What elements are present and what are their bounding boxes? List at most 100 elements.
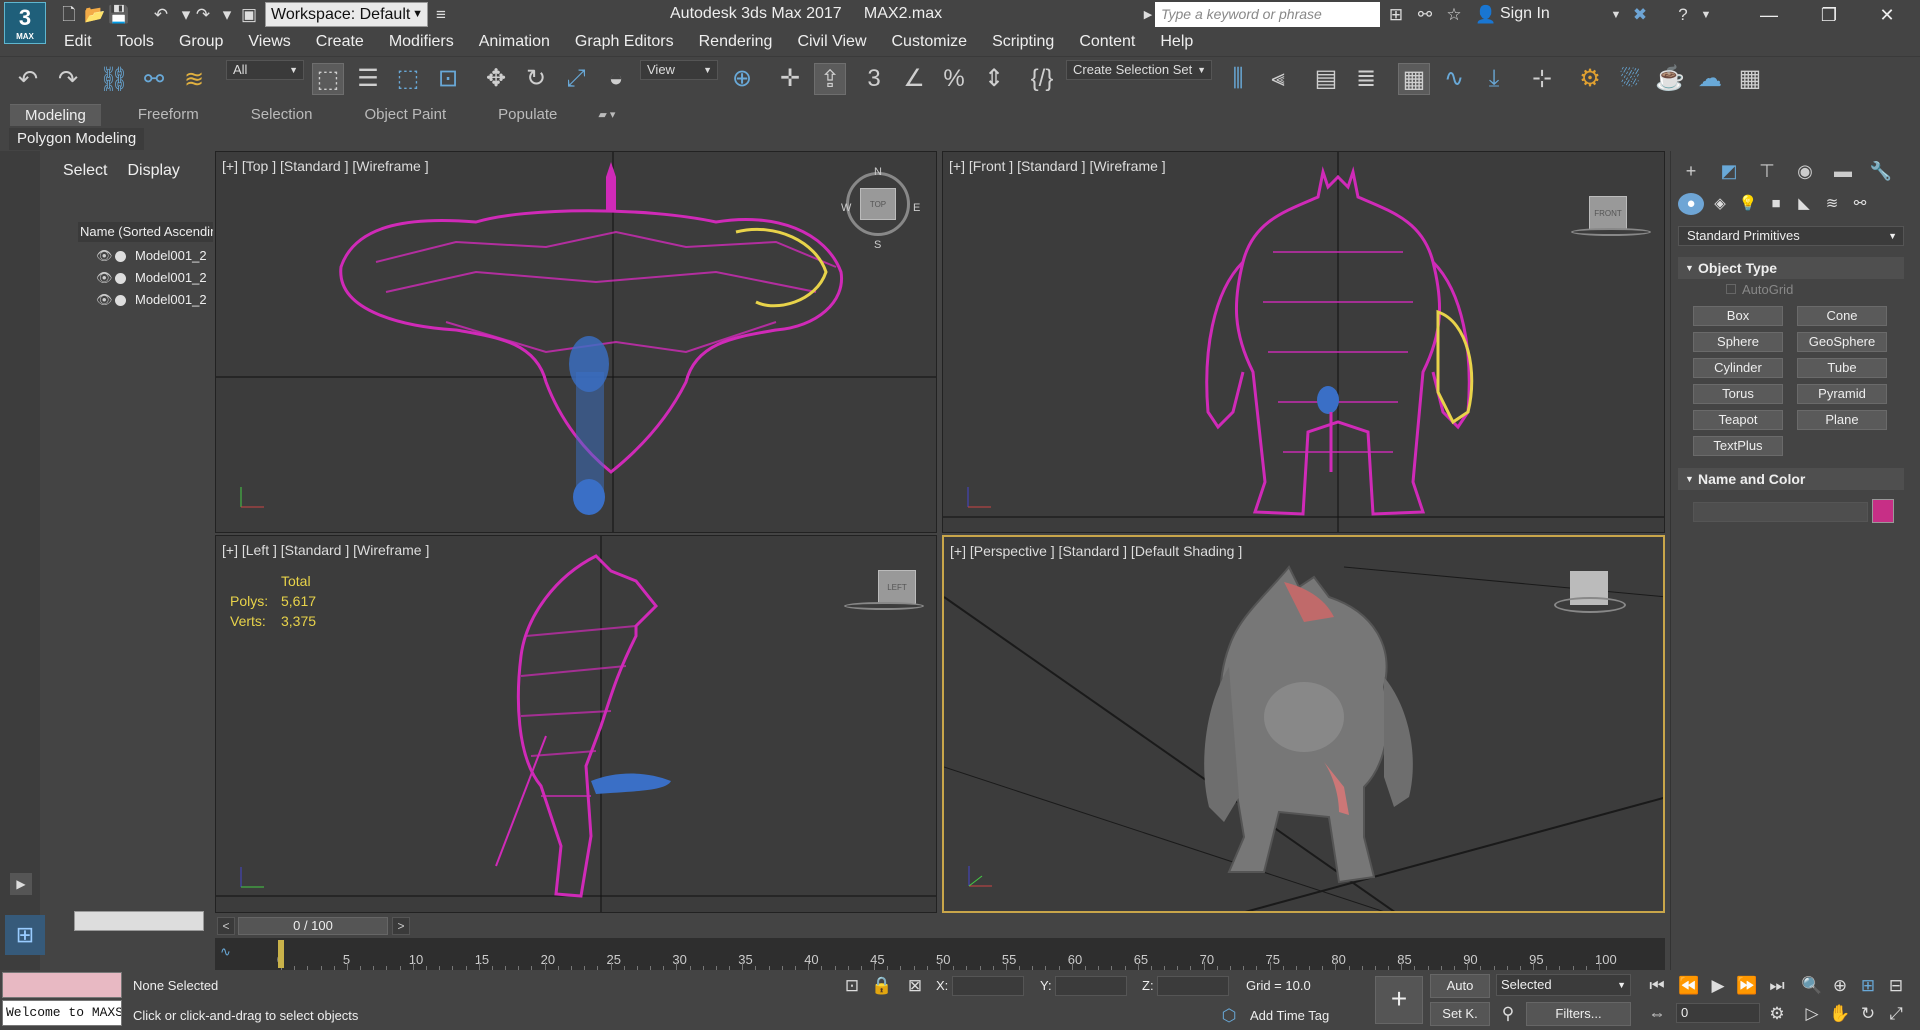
rotate-icon[interactable]: ↻ — [520, 63, 552, 95]
select-manipulate-icon[interactable]: ✛ — [774, 63, 806, 95]
material-editor-icon[interactable]: ⚙ — [1574, 63, 1606, 95]
eye-icon[interactable]: 👁 — [96, 290, 113, 310]
menu-content[interactable]: Content — [1071, 30, 1144, 54]
name-column-header[interactable]: Name (Sorted Ascending) — [78, 222, 213, 242]
redo-icon[interactable]: ↷ — [192, 4, 214, 26]
auto-key-button[interactable]: Auto — [1430, 974, 1490, 998]
teapot-button[interactable]: Teapot — [1693, 410, 1783, 430]
pivot-center-icon[interactable]: ⊕ — [726, 63, 758, 95]
viewcube-ring[interactable] — [1554, 597, 1626, 613]
spacewarps-category-icon[interactable]: ≋ — [1819, 193, 1845, 215]
ribbon-panel-title[interactable]: Polygon Modeling — [9, 128, 145, 150]
help-dropdown-icon[interactable]: ▼ — [1695, 4, 1717, 26]
subscription-icon[interactable]: ⚯ — [1414, 4, 1436, 26]
unlink-icon[interactable]: ⚯ — [138, 64, 170, 96]
list-item[interactable]: 👁 Model001_2 — [96, 290, 213, 310]
object-name-field[interactable] — [1693, 502, 1868, 522]
helpers-category-icon[interactable]: ◣ — [1791, 193, 1817, 215]
schematic-view-icon[interactable]: ⊹ — [1526, 63, 1558, 95]
key-mode-dropdown[interactable]: Selected ▼ — [1496, 974, 1631, 996]
viewcube-face[interactable]: FRONT — [1589, 196, 1627, 230]
open-file-icon[interactable]: 📂 — [84, 4, 106, 26]
tab-modeling[interactable]: Modeling — [10, 104, 101, 126]
viewport-top[interactable]: [+] [Top ] [Standard ] [Wireframe ] TOP … — [215, 151, 937, 533]
add-time-tag[interactable]: Add Time Tag — [1250, 1008, 1329, 1023]
field-of-view-icon[interactable]: ▷ — [1800, 1002, 1824, 1026]
selection-filter-dropdown[interactable]: All ▼ — [226, 60, 304, 80]
keyboard-shortcut-override-icon[interactable]: ⇪ — [814, 63, 846, 95]
torus-button[interactable]: Torus — [1693, 384, 1783, 404]
sign-in-link[interactable]: Sign In — [1500, 5, 1550, 23]
maximize-viewport-icon[interactable]: ⤢ — [1884, 1002, 1908, 1026]
percent-snap-icon[interactable]: % — [938, 63, 970, 95]
select-object-icon[interactable]: ⬚ — [312, 63, 344, 95]
list-item[interactable]: 👁 Model001_2 — [96, 246, 213, 266]
box-button[interactable]: Box — [1693, 306, 1783, 326]
plane-button[interactable]: Plane — [1797, 410, 1887, 430]
zoom-extents-icon[interactable]: ⊞ — [1856, 974, 1880, 998]
viewcube-ring[interactable] — [1571, 228, 1651, 236]
workspace-dropdown[interactable]: Workspace: Default ▼ — [265, 2, 428, 27]
help-icon[interactable]: ? — [1672, 4, 1694, 26]
previous-key-icon[interactable]: ⏪ — [1677, 974, 1701, 998]
zoom-all-icon[interactable]: ⊕ — [1828, 974, 1852, 998]
expand-panel-icon[interactable]: ▶ — [10, 873, 32, 895]
next-frame-arrow-icon[interactable]: > — [392, 917, 410, 935]
zoom-extents-all-icon[interactable]: ⊟ — [1884, 974, 1908, 998]
x-coordinate-field[interactable] — [952, 976, 1024, 996]
hierarchy-tab-icon[interactable]: ⊤ — [1752, 159, 1782, 183]
menu-group[interactable]: Group — [171, 30, 232, 54]
mirror-icon[interactable]: ⫼ — [1222, 63, 1254, 95]
orbit-icon[interactable]: ↻ — [1856, 1002, 1880, 1026]
ribbon-options-icon[interactable]: ▰ ▾ — [594, 104, 619, 126]
curve-editor-icon[interactable]: ∿ — [1438, 63, 1470, 95]
user-icon[interactable]: 👤 — [1475, 4, 1497, 26]
menu-tools[interactable]: Tools — [109, 30, 163, 54]
viewport-layout-icon[interactable]: ⊞ — [5, 915, 45, 955]
object-type-rollout[interactable]: ▼ Object Type — [1678, 257, 1904, 279]
redo-icon[interactable]: ↷ — [52, 64, 84, 96]
signin-dropdown-icon[interactable]: ▼ — [1605, 4, 1627, 26]
textplus-button[interactable]: TextPlus — [1693, 436, 1783, 456]
align-icon[interactable]: ⫷ — [1262, 63, 1294, 95]
minimize-button[interactable]: — — [1740, 0, 1798, 30]
exchange-apps-icon[interactable]: ✖ — [1629, 4, 1651, 26]
time-slider-thumb[interactable]: 0 / 100 — [238, 917, 388, 935]
bind-space-warp-icon[interactable]: ≋ — [178, 64, 210, 96]
place-icon[interactable]: ◒ — [600, 63, 632, 95]
eye-icon[interactable]: 👁 — [96, 268, 113, 288]
eye-icon[interactable]: 👁 — [96, 246, 113, 266]
track-bar[interactable]: ∿ 05101520253035404550556065707580859095… — [215, 938, 1665, 970]
geometry-category-icon[interactable]: ● — [1678, 193, 1704, 215]
key-filters-button[interactable]: Filters... — [1526, 1002, 1631, 1026]
undo-icon[interactable]: ↶ — [12, 64, 44, 96]
go-to-end-icon[interactable]: ⏭ — [1765, 974, 1789, 998]
menu-animation[interactable]: Animation — [471, 30, 559, 54]
absolute-mode-icon[interactable]: ⊠ — [903, 974, 927, 998]
next-key-icon[interactable]: ⏩ — [1735, 974, 1759, 998]
go-to-start-icon[interactable]: ⏮ — [1645, 974, 1669, 998]
restore-button[interactable]: ❐ — [1800, 0, 1858, 30]
scale-icon[interactable]: ⤢ — [560, 63, 592, 95]
tab-display[interactable]: Display — [127, 162, 179, 180]
viewcube-face[interactable]: LEFT — [878, 570, 916, 604]
move-icon[interactable]: ✥ — [480, 63, 512, 95]
z-coordinate-field[interactable] — [1157, 976, 1229, 996]
new-file-icon[interactable]: 🗋 — [58, 4, 80, 26]
modify-tab-icon[interactable]: ◩ — [1714, 159, 1744, 183]
list-item[interactable]: 👁 Model001_2 — [96, 268, 213, 288]
edit-named-selections-icon[interactable]: {/} — [1026, 63, 1058, 95]
time-configuration-icon[interactable]: ⚙ — [1765, 1002, 1789, 1026]
key-filters-icon[interactable]: ⚲ — [1496, 1002, 1520, 1026]
viewport-front[interactable]: [+] [Front ] [Standard ] [Wireframe ] FR… — [942, 151, 1665, 533]
scene-explorer-icon[interactable]: ▦ — [1398, 63, 1430, 95]
window-crossing-icon[interactable]: ⊡ — [432, 63, 464, 95]
tab-select[interactable]: Select — [63, 162, 107, 180]
dope-sheet-icon[interactable]: ⤓ — [1478, 63, 1510, 95]
viewcube-compass[interactable]: TOP — [846, 172, 910, 236]
maxscript-mini-listener[interactable] — [2, 972, 122, 998]
render-setup-icon[interactable]: ⛆ — [1614, 63, 1646, 95]
autogrid-checkbox[interactable]: AutoGrid — [1726, 282, 1793, 297]
tube-button[interactable]: Tube — [1797, 358, 1887, 378]
render-in-cloud-icon[interactable]: ▦ — [1734, 63, 1766, 95]
